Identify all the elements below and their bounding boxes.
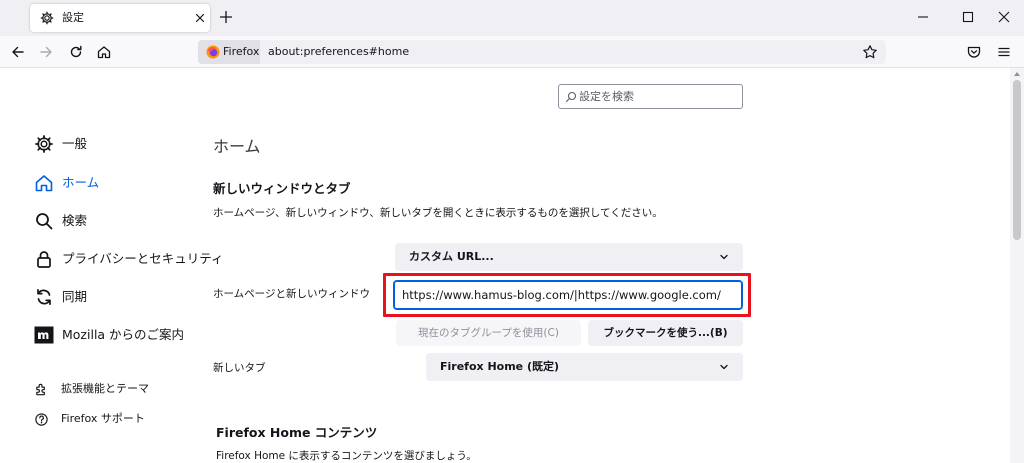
firefox-logo-icon <box>206 45 220 59</box>
scrollbar[interactable] <box>1010 68 1024 463</box>
scroll-up-arrow-icon[interactable] <box>1013 70 1021 78</box>
help-icon <box>35 413 48 426</box>
tab-settings[interactable]: 設定 <box>30 4 210 32</box>
sidebar-item-label: Mozilla からのご案内 <box>62 327 185 342</box>
sidebar-item-label: 検索 <box>62 213 88 228</box>
search-icon <box>565 91 577 103</box>
homepage-url-input[interactable]: https://www.hamus-blog.com/|https://www.… <box>393 280 743 310</box>
close-icon[interactable] <box>193 11 207 25</box>
chevron-down-icon <box>720 364 728 370</box>
identity-box[interactable]: Firefox <box>198 40 260 64</box>
maximize-icon[interactable] <box>961 10 975 24</box>
puzzle-icon <box>36 383 45 396</box>
section-description: ホームページ、新しいウィンドウ、新しいタブを開くときに表示するものを選択してくだ… <box>213 207 663 219</box>
settings-search[interactable] <box>558 84 743 109</box>
sidebar-footer-label: Firefox サポート <box>61 412 145 425</box>
sidebar-item-label: 一般 <box>62 136 88 151</box>
scrollbar-thumb[interactable] <box>1013 80 1021 240</box>
use-current-pages-button[interactable]: 現在のタブグループを使用(C) <box>396 320 581 346</box>
newtab-mode-dropdown[interactable]: Firefox Home (既定) <box>426 353 743 381</box>
bookmark-star-icon[interactable] <box>862 44 878 60</box>
mozilla-icon <box>34 326 54 344</box>
preferences-page: 一般 ホーム 検索 プライバシーとセキュリティ 同期 Mozilla から <box>0 68 1024 463</box>
url-text[interactable]: about:preferences#home <box>268 45 409 59</box>
chevron-down-icon <box>720 254 728 260</box>
sidebar-footer-label: 拡張機能とテーマ <box>61 382 149 395</box>
navigation-bar: Firefox about:preferences#home <box>0 36 1024 68</box>
sidebar-item-label: 同期 <box>62 289 88 304</box>
sidebar-item-label: プライバシーとセキュリティ <box>62 251 224 266</box>
tab-bar: 設定 <box>0 0 1024 36</box>
identity-label: Firefox <box>223 45 260 58</box>
homepage-label: ホームページと新しいウィンドウ <box>213 288 370 300</box>
tab-title: 設定 <box>62 11 84 24</box>
homepage-mode-dropdown[interactable]: カスタム URL... <box>395 243 743 271</box>
firefox-home-description: Firefox Home に表示するコンテンツを選びましょう。 <box>216 450 477 462</box>
window-close-icon[interactable] <box>997 10 1011 24</box>
pocket-icon[interactable] <box>966 44 982 60</box>
url-bar[interactable]: Firefox about:preferences#home <box>198 40 886 64</box>
reload-icon[interactable] <box>68 44 84 60</box>
search-input[interactable] <box>579 87 739 106</box>
newtab-label: 新しいタブ <box>213 362 266 374</box>
gear-icon <box>40 11 54 25</box>
back-icon[interactable] <box>10 44 26 60</box>
minimize-icon[interactable] <box>916 10 930 24</box>
sidebar-item-label: ホーム <box>62 175 100 190</box>
plus-icon[interactable] <box>219 10 233 24</box>
firefox-home-heading: Firefox Home コンテンツ <box>216 425 378 440</box>
use-bookmark-button[interactable]: ブックマークを使う...(B) <box>588 320 743 346</box>
forward-icon[interactable] <box>38 44 54 60</box>
page-title: ホーム <box>213 137 261 156</box>
menu-icon[interactable] <box>996 44 1012 60</box>
lock-icon <box>37 251 51 268</box>
dropdown-value: Firefox Home (既定) <box>440 360 560 373</box>
gear-icon <box>35 135 53 153</box>
section-heading: 新しいウィンドウとタブ <box>213 181 351 196</box>
home-icon <box>35 175 53 192</box>
search-icon <box>36 213 53 230</box>
home-button-icon[interactable] <box>96 44 112 60</box>
sync-icon <box>37 288 51 306</box>
dropdown-value: カスタム URL... <box>409 250 494 263</box>
